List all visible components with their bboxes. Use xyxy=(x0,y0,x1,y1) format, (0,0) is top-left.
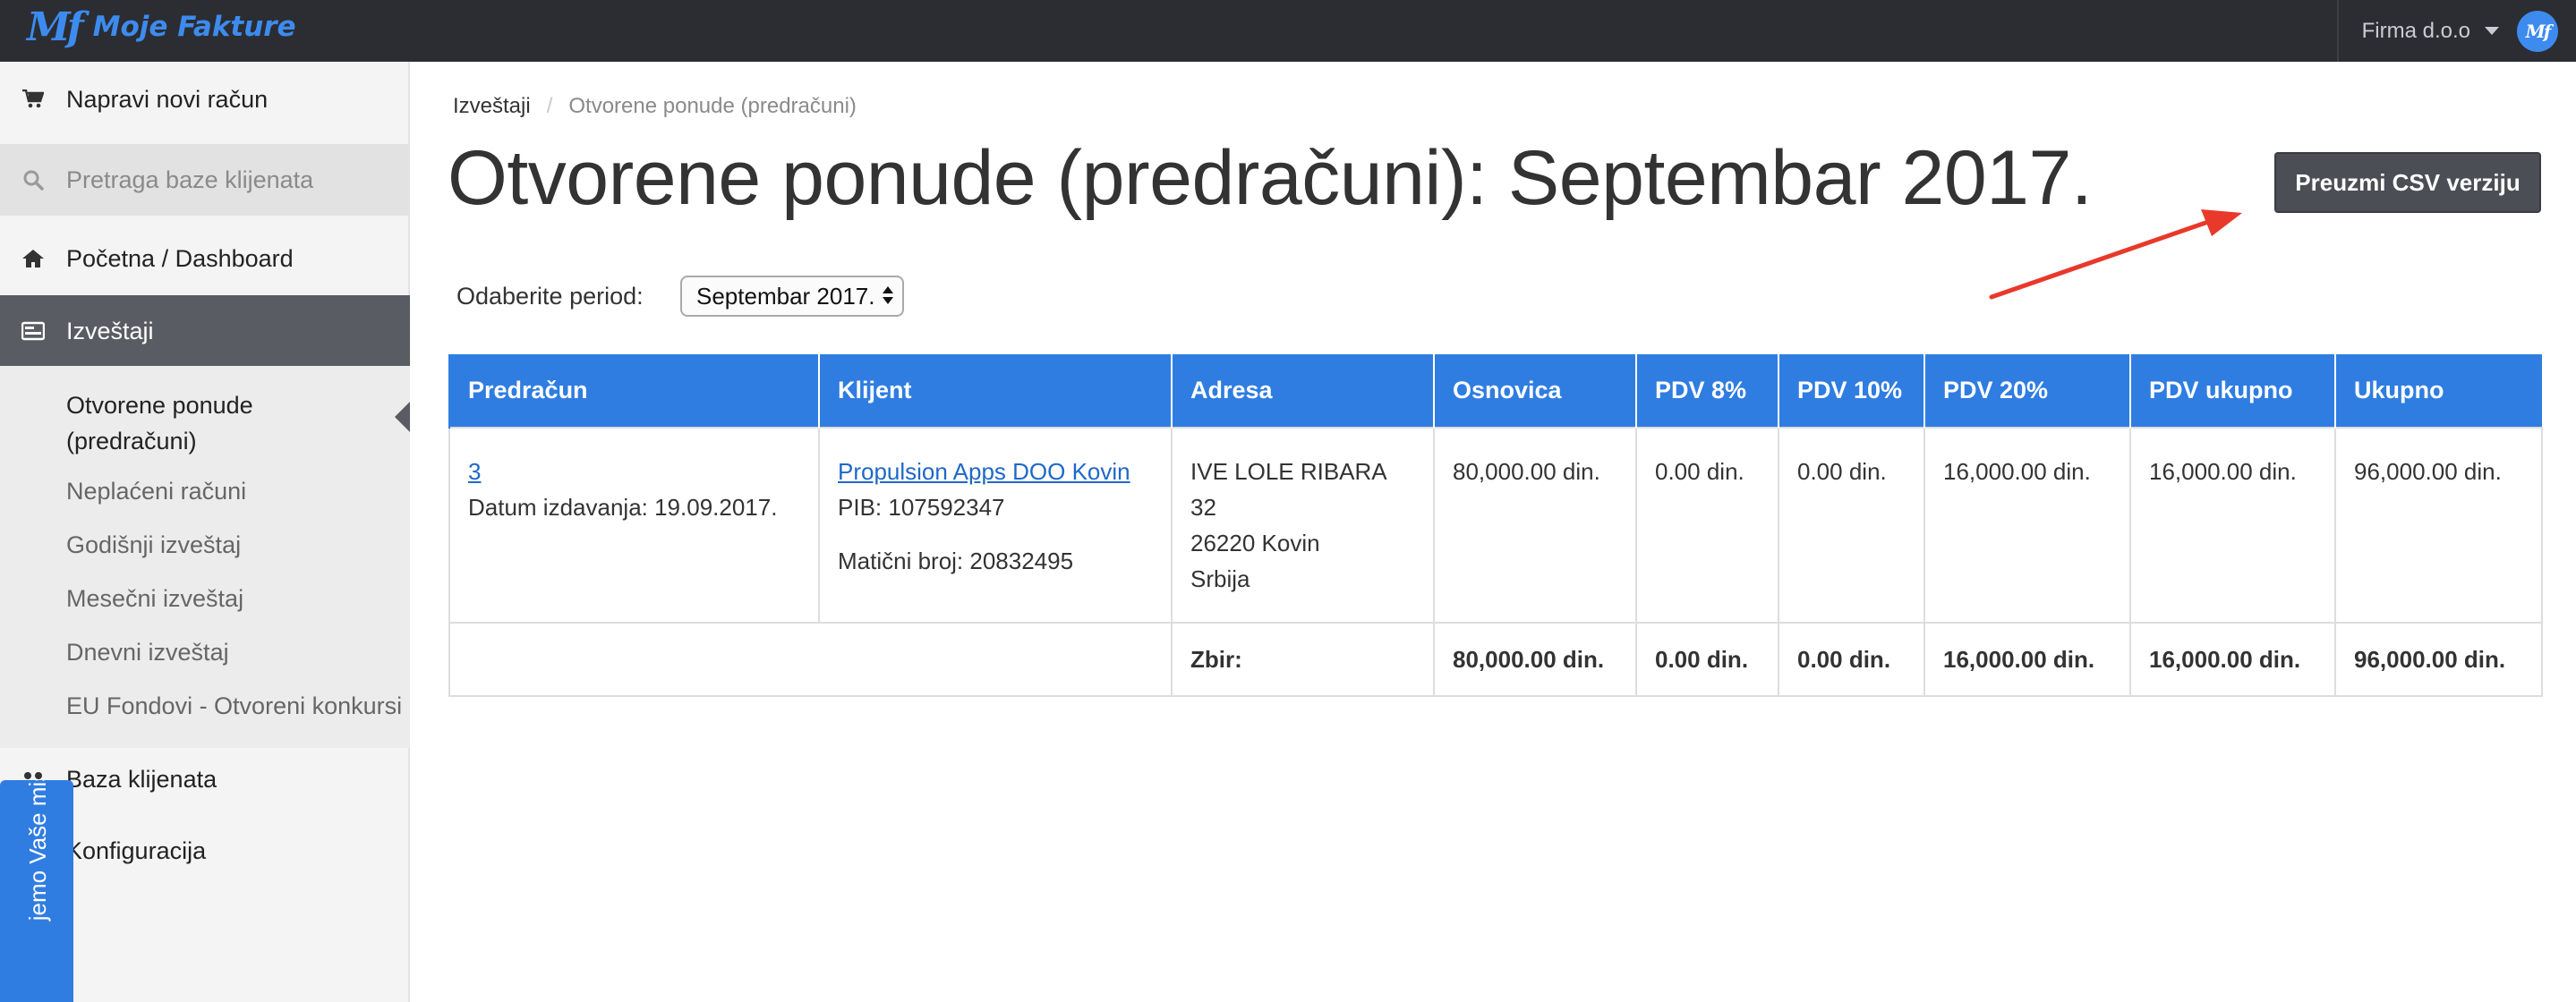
vat-20-cell: 16,000.00 din. xyxy=(1923,427,2131,624)
total-vat-total: 16,000.00 din. xyxy=(2129,622,2336,697)
search-placeholder: Pretraga baze klijenata xyxy=(66,166,314,193)
brand-logo[interactable]: Mf Moje Fakture xyxy=(27,0,296,54)
period-selected-value: Septembar 2017. xyxy=(696,282,875,310)
column-header: PDV ukupno xyxy=(2129,354,2335,428)
cart-icon xyxy=(20,86,47,113)
annotation-arrow xyxy=(1989,209,2242,300)
submenu-item-open-offers[interactable]: Otvorene ponude (predračuni) xyxy=(66,387,335,459)
client-search-input[interactable]: Pretraga baze klijenata xyxy=(0,144,410,216)
select-arrows-icon xyxy=(883,286,893,304)
vat-10-cell: 0.00 din. xyxy=(1778,427,1925,624)
active-indicator xyxy=(395,402,410,432)
chevron-down-icon xyxy=(2485,27,2499,35)
column-header: PDV 10% xyxy=(1778,354,1924,428)
client-registration-number: Matični broj: 20832495 xyxy=(838,548,1074,574)
breadcrumb: Izveštaji / Otvorene ponude (predračuni) xyxy=(453,94,857,119)
address-line: 26220 Kovin xyxy=(1190,530,1320,556)
table-header-row: Predračun Klijent Adresa Osnovica PDV 8%… xyxy=(448,354,2542,428)
column-header: Adresa xyxy=(1171,354,1434,428)
client-pib: PIB: 107592347 xyxy=(838,494,1005,521)
column-header: Osnovica xyxy=(1433,354,1636,428)
submenu-item-monthly-report[interactable]: Mesečni izveštaj xyxy=(66,581,243,616)
sidebar: Napravi novi račun Pretraga baze klijena… xyxy=(0,62,410,1002)
base-amount-cell: 80,000.00 din. xyxy=(1433,427,1637,624)
breadcrumb-parent[interactable]: Izveštaji xyxy=(453,94,531,119)
submenu-item-annual-report[interactable]: Godišnji izveštaj xyxy=(66,527,241,563)
total-vat-10: 0.00 din. xyxy=(1778,622,1925,697)
client-name-link[interactable]: Propulsion Apps DOO Kovin xyxy=(838,458,1130,485)
issue-date: Datum izdavanja: 19.09.2017. xyxy=(468,494,778,521)
column-header: Ukupno xyxy=(2334,354,2542,428)
submenu-item-unpaid-invoices[interactable]: Neplaćeni računi xyxy=(66,473,246,509)
total-vat-8: 0.00 din. xyxy=(1635,622,1779,697)
submenu-item-eu-funds[interactable]: EU Fondovi - Otvoreni konkursi xyxy=(66,688,402,724)
submenu-item-daily-report[interactable]: Dnevni izveštaj xyxy=(66,634,229,670)
offer-cell: 3 Datum izdavanja: 19.09.2017. xyxy=(448,427,820,624)
search-icon xyxy=(20,166,47,193)
reports-icon xyxy=(20,318,47,344)
column-header: Predračun xyxy=(448,354,819,428)
address-line: Srbija xyxy=(1190,565,1250,592)
table-totals-row: Zbir: 80,000.00 din. 0.00 din. 0.00 din.… xyxy=(448,622,2543,697)
avatar[interactable]: Mf xyxy=(2517,10,2558,52)
total-base-amount: 80,000.00 din. xyxy=(1433,622,1637,697)
feedback-tab-label: jemo Vaše mišljenje xyxy=(24,780,51,921)
offer-number-link[interactable]: 3 xyxy=(468,458,481,485)
account-menu[interactable]: Firma d.o.o Mf xyxy=(2336,0,2576,62)
brand-name: Moje Fakture xyxy=(92,11,296,43)
top-bar: Mf Moje Fakture Firma d.o.o Mf xyxy=(0,0,2576,62)
vat-total-cell: 16,000.00 din. xyxy=(2129,427,2336,624)
column-header: PDV 8% xyxy=(1635,354,1778,428)
sidebar-item-new-invoice[interactable]: Napravi novi račun xyxy=(0,64,410,135)
period-select[interactable]: Septembar 2017. xyxy=(680,276,904,317)
empty-cell xyxy=(448,622,1173,697)
table-row: 3 Datum izdavanja: 19.09.2017. Propulsio… xyxy=(448,427,2543,624)
vat-8-cell: 0.00 din. xyxy=(1635,427,1779,624)
grand-total: 96,000.00 din. xyxy=(2334,622,2543,697)
total-cell: 96,000.00 din. xyxy=(2334,427,2543,624)
account-name: Firma d.o.o xyxy=(2361,18,2470,43)
column-header: Klijent xyxy=(818,354,1172,428)
column-header: PDV 20% xyxy=(1923,354,2130,428)
brand-mark: Mf xyxy=(27,4,84,50)
reports-submenu: Otvorene ponude (predračuni) Neplaćeni r… xyxy=(0,366,410,748)
client-cell: Propulsion Apps DOO Kovin PIB: 107592347… xyxy=(818,427,1173,624)
totals-label: Zbir: xyxy=(1171,622,1435,697)
sidebar-item-label: Izveštaji xyxy=(66,317,154,344)
feedback-tab[interactable]: jemo Vaše mišljenje xyxy=(0,780,73,1002)
sidebar-item-label: Baza klijenata xyxy=(66,765,218,793)
report-table: Predračun Klijent Adresa Osnovica PDV 8%… xyxy=(448,354,2543,697)
page-title: Otvorene ponude (predračuni): Septembar … xyxy=(448,135,2093,221)
sidebar-item-label: Početna / Dashboard xyxy=(66,244,294,272)
sidebar-item-reports[interactable]: Izveštaji xyxy=(0,295,410,367)
home-icon xyxy=(20,245,47,272)
period-label: Odaberite period: xyxy=(456,283,644,310)
sidebar-item-label: Konfiguracija xyxy=(66,836,207,864)
breadcrumb-separator: / xyxy=(546,94,553,118)
download-csv-button[interactable]: Preuzmi CSV verziju xyxy=(2274,152,2541,213)
address-cell: IVE LOLE RIBARA 32 26220 Kovin Srbija xyxy=(1171,427,1435,624)
breadcrumb-current: Otvorene ponude (predračuni) xyxy=(568,94,857,118)
sidebar-item-dashboard[interactable]: Početna / Dashboard xyxy=(0,223,410,294)
total-vat-20: 16,000.00 din. xyxy=(1923,622,2131,697)
sidebar-item-label: Napravi novi račun xyxy=(66,85,269,113)
address-line: IVE LOLE RIBARA 32 xyxy=(1190,458,1386,521)
